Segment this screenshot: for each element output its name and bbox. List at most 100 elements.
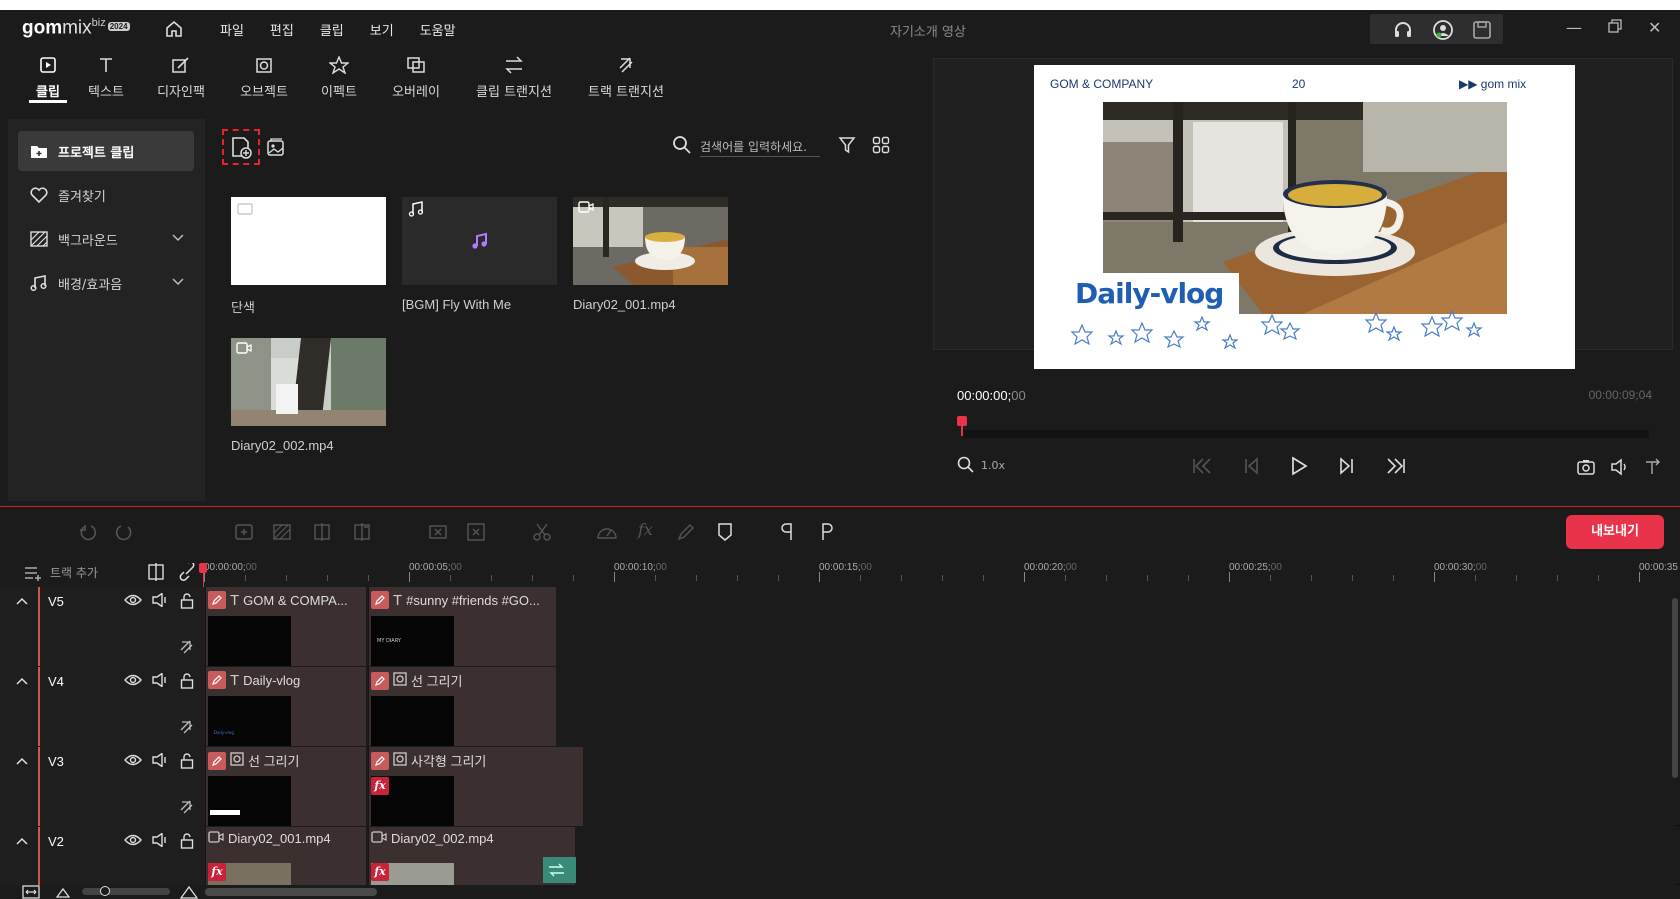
zoom-slider-handle[interactable] xyxy=(100,886,110,896)
transition-marker[interactable] xyxy=(543,857,576,883)
fx-badge-icon[interactable]: fx xyxy=(371,863,389,881)
fx-badge-icon[interactable]: fx xyxy=(208,863,226,881)
preview-zoom[interactable]: 1.0x xyxy=(957,456,1005,474)
edit-pen-icon[interactable] xyxy=(208,671,226,689)
speaker-icon[interactable] xyxy=(152,672,170,693)
scissors-icon[interactable] xyxy=(532,522,552,546)
tab-overlay[interactable]: 오버레이 xyxy=(388,48,444,110)
fullscreen-icon[interactable] xyxy=(1644,458,1662,480)
tab-clip[interactable]: 클립 xyxy=(29,48,67,110)
track-transition-icon[interactable] xyxy=(178,719,194,739)
library-clip-diary02[interactable]: Diary02_002.mp4 xyxy=(231,338,386,453)
menu-file[interactable]: 파일 xyxy=(220,20,244,39)
redo-icon[interactable] xyxy=(114,522,134,546)
fx-icon[interactable]: fx xyxy=(638,520,653,539)
background-clip-icon[interactable] xyxy=(272,522,292,546)
sidebar-item-project-clips[interactable]: 프로젝트 클립 xyxy=(18,131,194,171)
prev-frame-icon[interactable] xyxy=(1241,456,1261,480)
undo-icon[interactable] xyxy=(78,522,98,546)
search-input[interactable] xyxy=(700,137,820,157)
next-frame-icon[interactable] xyxy=(1337,456,1357,480)
timeline-clip[interactable]: 선 그리기 xyxy=(368,667,556,746)
playhead-handle[interactable] xyxy=(199,563,207,573)
ripple-delete-icon[interactable] xyxy=(466,522,486,546)
tab-design-pack[interactable]: 디자인팩 xyxy=(153,48,209,110)
delete-clip-icon[interactable] xyxy=(428,522,448,546)
tab-object[interactable]: 오브젝트 xyxy=(237,48,291,110)
headset-icon[interactable] xyxy=(1392,19,1414,45)
eye-icon[interactable] xyxy=(124,753,142,773)
edit-pen-icon[interactable] xyxy=(371,751,389,770)
mark-out-icon[interactable] xyxy=(818,522,834,546)
sidebar-item-bgm-sfx[interactable]: 배경/효과음 xyxy=(18,263,194,303)
mark-in-icon[interactable] xyxy=(780,522,796,546)
add-track-button[interactable]: 트랙 추가 xyxy=(24,564,98,581)
grid-view-icon[interactable] xyxy=(872,136,890,158)
eye-icon[interactable] xyxy=(124,833,142,853)
lock-icon[interactable] xyxy=(180,593,194,613)
timeline-clip[interactable]: 선 그리기 xyxy=(205,747,366,826)
menu-clip[interactable]: 클립 xyxy=(320,20,344,39)
account-icon[interactable] xyxy=(1432,19,1454,45)
chevron-up-icon[interactable] xyxy=(16,835,28,850)
timeline-zoom-slider[interactable] xyxy=(82,888,170,895)
edit-pen-icon[interactable] xyxy=(208,751,226,770)
timeline-clip[interactable]: T #sunny #friends #GO... MY DIARY xyxy=(368,587,556,666)
preview-canvas[interactable]: GOM & COMPANY 20 ▶▶ gom mix Daily-vlog xyxy=(1034,65,1575,369)
menu-edit[interactable]: 편집 xyxy=(270,20,294,39)
insert-clip-icon[interactable] xyxy=(234,522,254,546)
tab-track-transition[interactable]: 트랙 트랜지션 xyxy=(583,48,669,110)
chevron-down-icon[interactable] xyxy=(172,275,184,290)
chevron-up-icon[interactable] xyxy=(16,755,28,770)
speaker-icon[interactable] xyxy=(152,832,170,853)
marker-icon[interactable] xyxy=(716,522,734,546)
zoom-in-mountain-icon[interactable] xyxy=(179,885,199,899)
split-left-icon[interactable] xyxy=(312,522,332,546)
pen-icon[interactable] xyxy=(676,522,696,546)
chevron-up-icon[interactable] xyxy=(16,675,28,690)
menu-view[interactable]: 보기 xyxy=(370,20,394,39)
speaker-icon[interactable] xyxy=(152,752,170,773)
tab-text[interactable]: 텍스트 xyxy=(84,48,128,110)
fit-width-icon[interactable] xyxy=(22,885,40,899)
split-right-icon[interactable] xyxy=(352,522,372,546)
timeline-clip[interactable]: T Daily-vlog Daily-vlog xyxy=(205,667,366,746)
go-to-start-icon[interactable] xyxy=(1191,456,1213,480)
link-icon[interactable] xyxy=(178,561,198,585)
restore-icon[interactable] xyxy=(1607,18,1623,38)
edit-pen-icon[interactable] xyxy=(208,591,226,609)
timeline-vertical-scrollbar[interactable] xyxy=(1672,598,1678,778)
sidebar-item-favorites[interactable]: 즐겨찾기 xyxy=(18,175,194,215)
edit-pen-icon[interactable] xyxy=(371,591,389,609)
export-button[interactable]: 내보내기 xyxy=(1566,515,1664,549)
timeline-clip[interactable]: T GOM & COMPA... xyxy=(205,587,366,666)
library-clip-bgm[interactable]: [BGM] Fly With Me xyxy=(402,197,557,312)
track-transition-icon[interactable] xyxy=(178,639,194,659)
home-icon[interactable] xyxy=(164,19,184,43)
eye-icon[interactable] xyxy=(124,593,142,613)
tab-effect[interactable]: 이펙트 xyxy=(317,48,361,110)
timeline-ruler[interactable]: 트랙 추가 00:00:00;00 00:00:05;00 00:00:10;00 0… xyxy=(0,557,1680,587)
speaker-icon[interactable] xyxy=(152,592,170,613)
eye-icon[interactable] xyxy=(124,673,142,693)
chevron-up-icon[interactable] xyxy=(16,595,28,610)
close-icon[interactable]: ✕ xyxy=(1648,18,1661,37)
edit-pen-icon[interactable] xyxy=(371,671,389,690)
chevron-down-icon[interactable] xyxy=(172,231,184,246)
timeline-horizontal-scrollbar[interactable] xyxy=(205,888,377,896)
volume-icon[interactable] xyxy=(1610,458,1630,480)
sidebar-item-background[interactable]: 백그라운드 xyxy=(18,219,194,259)
scrubber-handle[interactable] xyxy=(957,416,967,440)
lock-icon[interactable] xyxy=(180,673,194,693)
snap-icon[interactable] xyxy=(146,563,166,585)
search-icon[interactable] xyxy=(672,135,692,159)
track-transition-icon[interactable] xyxy=(178,799,194,819)
timeline-clip[interactable]: Diary02_002.mp4 fx xyxy=(368,827,576,885)
save-icon[interactable] xyxy=(1472,19,1492,45)
add-clip-button[interactable] xyxy=(222,129,260,165)
zoom-out-mountain-icon[interactable] xyxy=(55,886,71,899)
library-clip-diary01[interactable]: Diary02_001.mp4 xyxy=(573,197,728,312)
play-icon[interactable] xyxy=(1289,456,1309,480)
timeline-clip[interactable]: Diary02_001.mp4 fx xyxy=(205,827,366,885)
snapshot-icon[interactable] xyxy=(1576,458,1596,480)
